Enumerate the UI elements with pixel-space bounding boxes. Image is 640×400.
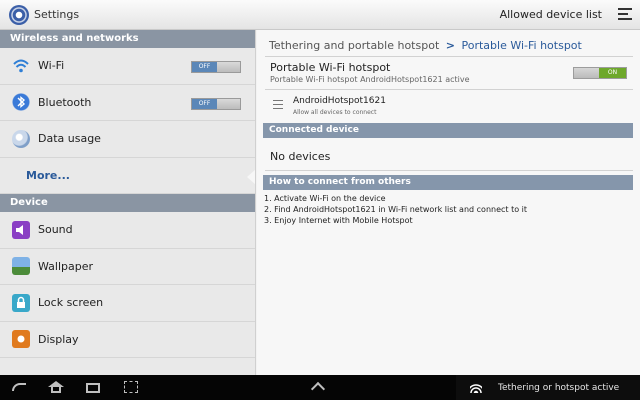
allowed-device-list-button[interactable]: Allowed device list <box>500 0 602 30</box>
screenshot-icon[interactable] <box>124 381 138 393</box>
detail-pane: Tethering and portable hotspot > Portabl… <box>257 30 640 375</box>
home-icon[interactable] <box>48 381 64 393</box>
lock-icon <box>12 293 30 312</box>
sidebar-item-wallpaper[interactable]: Wallpaper <box>0 249 255 285</box>
data-usage-icon <box>12 129 30 148</box>
overflow-menu-icon[interactable] <box>618 8 632 22</box>
sidebar-item-data-usage[interactable]: Data usage <box>0 121 255 158</box>
no-devices-text: No devices <box>270 150 331 163</box>
sidebar-item-label: Bluetooth <box>38 95 92 109</box>
divider <box>265 89 633 90</box>
sidebar-item-label: Lock screen <box>38 296 104 310</box>
instruction-step: 2. Find AndroidHotspot1621 in Wi-Fi netw… <box>264 205 528 214</box>
hotspot-network-name[interactable]: AndroidHotspot1621 <box>293 96 386 106</box>
hotspot-notification-icon <box>470 382 482 393</box>
toggle-knob <box>217 62 240 72</box>
bluetooth-toggle[interactable]: OFF <box>191 97 241 110</box>
sidebar-item-label: Display <box>38 332 79 346</box>
breadcrumb: Tethering and portable hotspot > Portabl… <box>269 39 582 52</box>
sidebar-item-label: Wi-Fi <box>38 59 65 73</box>
sound-icon <box>12 220 30 239</box>
recent-apps-icon[interactable] <box>86 383 100 393</box>
hotspot-network-subtitle: Allow all devices to connect <box>293 109 377 116</box>
sidebar-item-display[interactable]: Display <box>0 322 255 358</box>
settings-sidebar: Wireless and networks Wi-Fi OFF Bluetoot… <box>0 30 256 375</box>
back-icon[interactable] <box>12 383 26 391</box>
toggle-state: OFF <box>192 62 217 72</box>
action-bar: Settings Allowed device list <box>0 0 640 30</box>
chevron-up-icon[interactable] <box>310 381 326 397</box>
section-header-wireless: Wireless and networks <box>0 30 255 48</box>
wifi-icon <box>12 57 30 75</box>
wifi-toggle[interactable]: OFF <box>191 61 241 73</box>
sidebar-item-bluetooth[interactable]: Bluetooth OFF <box>0 85 255 121</box>
breadcrumb-current: Portable Wi-Fi hotspot <box>461 39 582 52</box>
bluetooth-icon <box>12 93 30 112</box>
breadcrumb-parent[interactable]: Tethering and portable hotspot <box>269 39 439 52</box>
sidebar-item-label: Data usage <box>38 132 101 146</box>
hotspot-title[interactable]: Portable Wi-Fi hotspot <box>270 61 390 74</box>
toggle-knob <box>217 98 240 109</box>
notification-text: Tethering or hotspot active <box>498 382 620 393</box>
sidebar-item-label: Wallpaper <box>38 259 94 273</box>
toggle-state: ON <box>599 68 626 78</box>
display-icon <box>12 330 30 349</box>
settings-gear-icon[interactable] <box>9 4 29 25</box>
connected-device-header: Connected device <box>263 123 633 138</box>
wallpaper-icon <box>12 257 30 276</box>
instruction-step: 3. Enjoy Internet with Mobile Hotspot <box>264 216 413 225</box>
divider <box>265 56 633 57</box>
app-title: Settings <box>34 8 80 21</box>
hotspot-toggle[interactable]: ON <box>573 67 627 79</box>
sidebar-item-wifi[interactable]: Wi-Fi OFF <box>0 48 255 85</box>
section-header-device: Device <box>0 194 255 212</box>
sidebar-item-label: Sound <box>38 223 73 237</box>
instructions: 1. Activate Wi-Fi on the device 2. Find … <box>264 193 527 226</box>
sidebar-item-more[interactable]: More... <box>0 158 255 194</box>
sidebar-item-label: More... <box>26 168 70 182</box>
instruction-step: 1. Activate Wi-Fi on the device <box>264 194 386 203</box>
divider <box>265 170 633 171</box>
notification-area[interactable]: Tethering or hotspot active <box>456 375 640 400</box>
sidebar-item-sound[interactable]: Sound <box>0 212 255 249</box>
how-to-connect-header: How to connect from others <box>263 175 633 190</box>
toggle-state: OFF <box>192 98 217 109</box>
configure-settings-icon <box>273 100 283 112</box>
system-navigation-bar: Tethering or hotspot active <box>0 375 640 400</box>
breadcrumb-separator: > <box>445 39 455 52</box>
sidebar-item-lock-screen[interactable]: Lock screen <box>0 285 255 322</box>
hotspot-status: Portable Wi-Fi hotspot AndroidHotspot162… <box>270 75 470 84</box>
